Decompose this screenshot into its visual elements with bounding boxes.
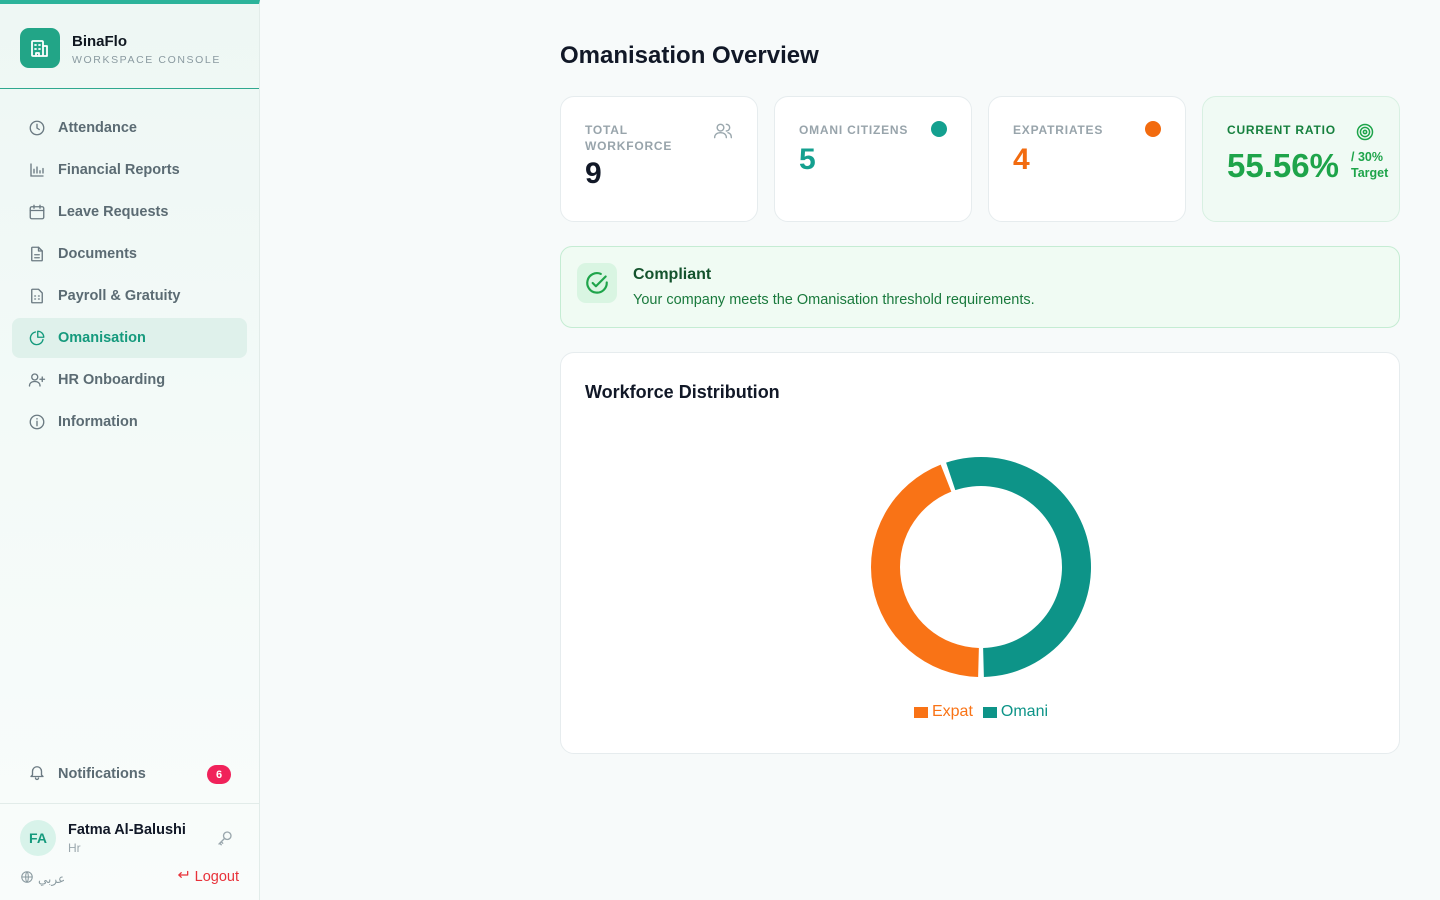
building-icon[interactable]	[20, 28, 60, 68]
avatar: FA	[20, 820, 56, 856]
sidebar-item-hr-onboarding[interactable]: HR Onboarding	[12, 360, 247, 400]
sidebar-nav: Attendance Financial Reports Leave Reque…	[12, 108, 247, 444]
clock-icon	[28, 119, 46, 137]
omani-citizens-label: OMANI CITIZENS	[799, 123, 909, 137]
legend-label: Omani	[1000, 703, 1049, 720]
expatriates-card: EXPATRIATES 4	[988, 96, 1186, 222]
compliance-message: Your company meets the Omanisation thres…	[633, 292, 1035, 308]
total-workforce-value: 9	[585, 157, 602, 190]
compliance-banner: Compliant Your company meets the Omanisa…	[560, 246, 1400, 328]
user-role: Hr	[68, 841, 81, 855]
notifications-label: Notifications	[58, 766, 146, 782]
sidebar-item-leave-requests[interactable]: Leave Requests	[12, 192, 247, 232]
sidebar-item-notifications[interactable]: Notifications 6	[12, 754, 247, 794]
chart-legend: Expat Omani	[561, 703, 1401, 721]
sidebar-item-label: Leave Requests	[58, 204, 169, 220]
sidebar-item-label: Information	[58, 414, 138, 430]
expatriates-value: 4	[1013, 143, 1030, 176]
user-plus-icon	[28, 371, 46, 389]
brand-name: BinaFlo	[72, 33, 127, 50]
total-workforce-card: TOTAL WORKFORCE 9	[560, 96, 758, 222]
workforce-distribution-card: Workforce Distribution Expat Omani	[560, 352, 1400, 754]
workforce-donut-chart	[871, 456, 1091, 677]
language-label: عربي	[38, 871, 66, 886]
current-ratio-label: CURRENT RATIO	[1227, 123, 1336, 137]
current-ratio-value: 55.56%	[1227, 147, 1339, 184]
legend-swatch	[982, 706, 997, 718]
expatriates-label: EXPATRIATES	[1013, 123, 1104, 137]
sidebar-item-label: Financial Reports	[58, 162, 180, 178]
sidebar-item-attendance[interactable]: Attendance	[12, 108, 247, 148]
check-circle-icon	[577, 263, 617, 303]
ratio-target-label: Target	[1351, 166, 1389, 180]
notification-count-badge: 6	[207, 765, 231, 784]
omani-citizens-value: 5	[799, 143, 816, 176]
sidebar-item-label: Documents	[58, 246, 137, 262]
sidebar-item-financial-reports[interactable]: Financial Reports	[12, 150, 247, 190]
ratio-target-value: / 30%	[1351, 150, 1383, 164]
donut-slice-omani[interactable]	[946, 456, 1091, 677]
user-name: Fatma Al-Balushi	[68, 822, 186, 838]
calculator-icon	[28, 287, 46, 305]
sidebar-item-label: HR Onboarding	[58, 372, 166, 388]
globe-icon	[20, 870, 34, 887]
language-toggle[interactable]: عربي	[20, 870, 65, 887]
logout-button[interactable]: Logout	[176, 868, 239, 886]
brand-header: BinaFlo WORKSPACE CONSOLE	[0, 4, 259, 89]
sidebar-item-label: Attendance	[58, 120, 137, 136]
current-ratio-card: CURRENT RATIO 55.56% / 30% Target	[1202, 96, 1400, 222]
users-icon	[713, 121, 733, 146]
bar-chart-icon	[28, 161, 46, 179]
legend-item-omani[interactable]: Omani	[982, 703, 1049, 721]
sidebar-item-payroll-gratuity[interactable]: Payroll & Gratuity	[12, 276, 247, 316]
user-panel: FA Fatma Al-Balushi Hr عربي Logout	[0, 803, 259, 900]
sidebar-item-documents[interactable]: Documents	[12, 234, 247, 274]
pie-chart-icon	[28, 329, 46, 347]
key-icon[interactable]	[216, 829, 234, 847]
target-icon	[1355, 122, 1375, 147]
logout-label: Logout	[194, 869, 239, 885]
sidebar-item-omanisation[interactable]: Omanisation	[12, 318, 247, 358]
bell-icon	[28, 763, 46, 786]
omani-indicator-dot	[931, 121, 947, 137]
sidebar-item-label: Omanisation	[58, 330, 146, 346]
sidebar: BinaFlo WORKSPACE CONSOLE Attendance Fin…	[0, 0, 260, 900]
logout-icon	[176, 868, 190, 886]
legend-swatch	[913, 706, 928, 718]
omani-citizens-card: OMANI CITIZENS 5	[774, 96, 972, 222]
sidebar-item-label: Payroll & Gratuity	[58, 288, 181, 304]
info-icon	[28, 413, 46, 431]
donut-slice-expat[interactable]	[871, 464, 979, 677]
legend-label: Expat	[931, 703, 973, 720]
compliance-title: Compliant	[633, 266, 712, 283]
total-workforce-label: TOTAL WORKFORCE	[585, 123, 673, 153]
calendar-icon	[28, 203, 46, 221]
sidebar-item-information[interactable]: Information	[12, 402, 247, 442]
brand-subtitle: WORKSPACE CONSOLE	[72, 54, 221, 66]
ratio-target: / 30% Target	[1351, 149, 1388, 181]
expat-indicator-dot	[1145, 121, 1161, 137]
legend-item-expat[interactable]: Expat	[913, 703, 973, 721]
document-icon	[28, 245, 46, 263]
page-title: Omanisation Overview	[560, 42, 819, 69]
